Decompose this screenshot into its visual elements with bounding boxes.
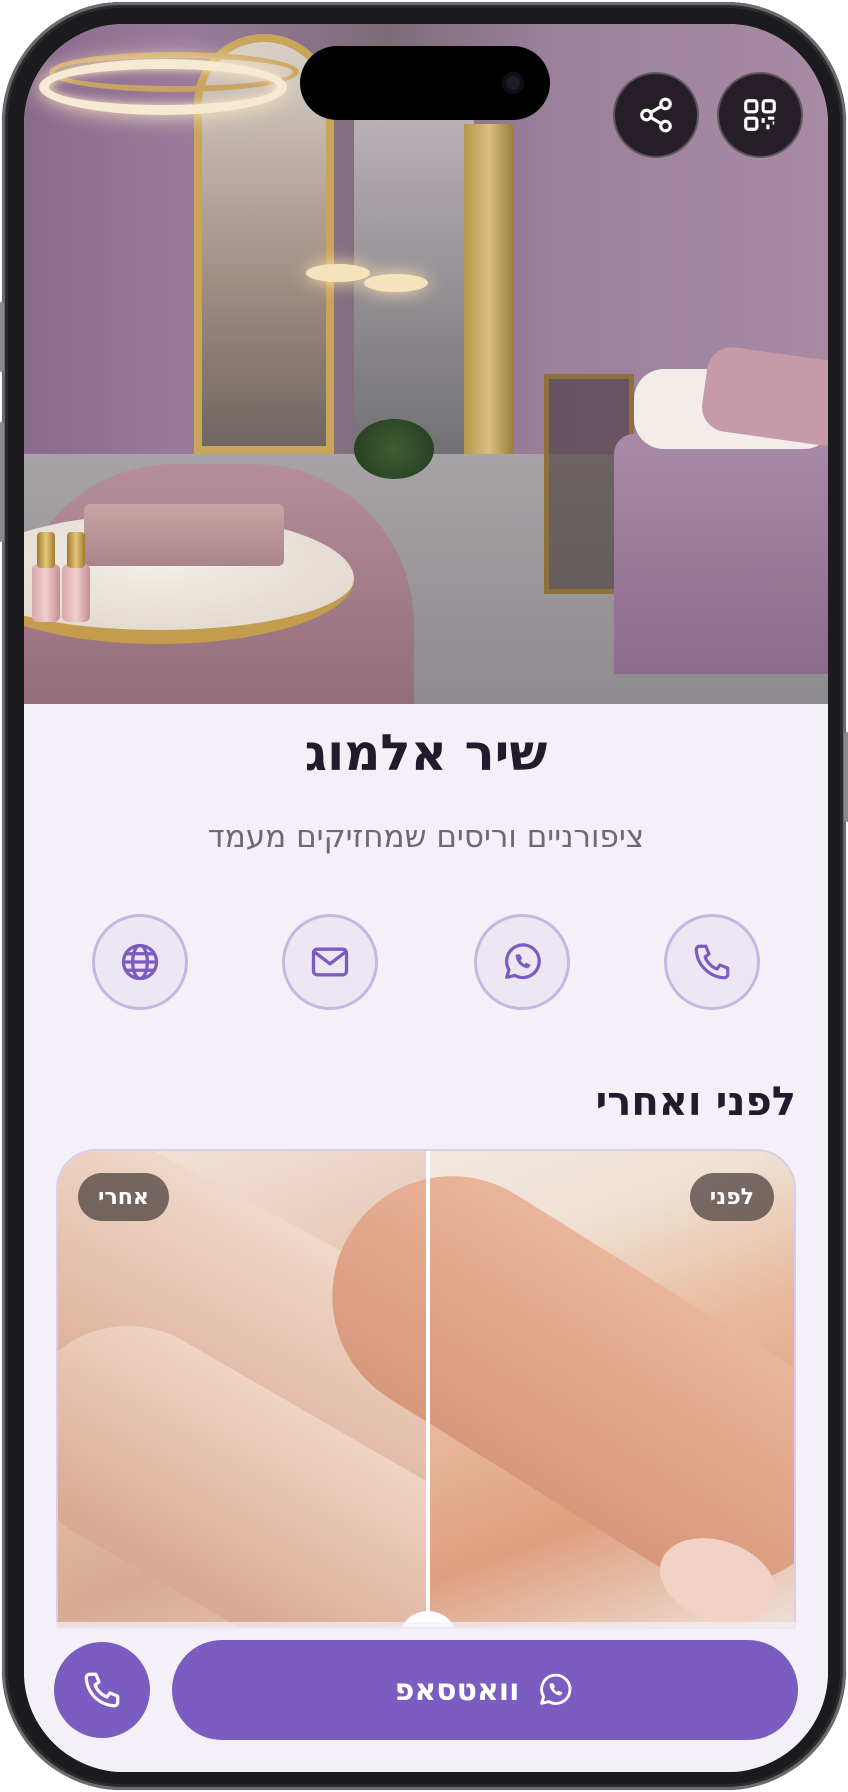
hero-pendant-light bbox=[364, 274, 428, 292]
hero-image bbox=[24, 24, 828, 704]
contact-actions bbox=[24, 914, 828, 1010]
whatsapp-icon bbox=[540, 1673, 572, 1705]
hero-polish-bottle bbox=[32, 564, 60, 622]
volume-up-button bbox=[0, 422, 4, 542]
share-button[interactable] bbox=[613, 72, 699, 158]
mute-switch bbox=[0, 302, 4, 372]
power-button bbox=[844, 732, 848, 822]
hero-polish-cap bbox=[67, 532, 85, 568]
website-button[interactable] bbox=[92, 914, 188, 1010]
before-after-title: לפני ואחרי bbox=[595, 1079, 796, 1125]
phone-icon bbox=[84, 1672, 120, 1708]
hero-tray bbox=[84, 504, 284, 566]
globe-icon bbox=[121, 943, 159, 981]
slider-divider[interactable] bbox=[426, 1151, 430, 1627]
hero-polish-cap bbox=[37, 532, 55, 568]
qr-code-button[interactable] bbox=[717, 72, 803, 158]
email-button[interactable] bbox=[282, 914, 378, 1010]
qr-code-icon bbox=[744, 99, 776, 131]
before-label: לפני bbox=[689, 1173, 774, 1221]
hero-plant bbox=[354, 419, 434, 479]
camera-icon bbox=[502, 72, 524, 94]
before-after-slider[interactable]: לפני אחרי bbox=[56, 1149, 796, 1629]
whatsapp-button[interactable] bbox=[474, 914, 570, 1010]
mail-icon bbox=[311, 947, 349, 977]
screen: שיר אלמוג ציפורניים וריסים שמחזיקים מעמד bbox=[24, 24, 828, 1772]
profile-tagline: ציפורניים וריסים שמחזיקים מעמד bbox=[207, 819, 645, 855]
phone-icon bbox=[694, 944, 730, 980]
share-icon bbox=[640, 97, 672, 133]
dynamic-island bbox=[300, 46, 550, 120]
whatsapp-cta-label: וואטסאפ bbox=[394, 1672, 520, 1708]
phone-button[interactable] bbox=[664, 914, 760, 1010]
hero-bed bbox=[614, 434, 828, 674]
hero-doorway bbox=[354, 114, 474, 474]
hero-pendant-light bbox=[306, 264, 370, 282]
whatsapp-cta-button[interactable]: וואטסאפ bbox=[172, 1640, 798, 1740]
call-button[interactable] bbox=[54, 1642, 150, 1738]
hero-polish-bottle bbox=[62, 564, 90, 622]
hero-lamp-ring bbox=[39, 59, 287, 115]
whatsapp-icon bbox=[505, 943, 541, 980]
before-image bbox=[286, 1151, 794, 1627]
after-label: אחרי bbox=[78, 1173, 169, 1221]
phone-frame: שיר אלמוג ציפורניים וריסים שמחזיקים מעמד bbox=[0, 2, 848, 1790]
profile-name: שיר אלמוג bbox=[304, 724, 548, 782]
